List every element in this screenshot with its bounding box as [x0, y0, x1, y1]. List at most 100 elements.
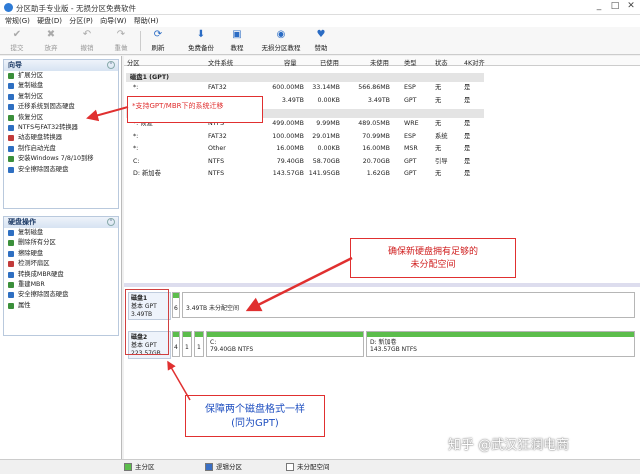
column-header[interactable]: 已使用	[320, 58, 339, 67]
table-cell: D: 新加卷	[133, 170, 161, 177]
table-row[interactable]: *: FAT32 100.00MB 29.01MB 70.99MB ESP 系统 是	[124, 132, 640, 141]
table-cell: 79.40GB	[276, 157, 304, 165]
legend-primary: 主分区	[124, 463, 155, 471]
column-header[interactable]: 状态	[435, 58, 448, 67]
disk-op-icon	[8, 281, 14, 288]
tutorial-button[interactable]: ▣ 教程	[226, 29, 248, 53]
redo-button[interactable]: ↷ 重做	[110, 29, 132, 53]
column-header[interactable]: 分区	[127, 58, 140, 67]
table-cell: 3.49TB	[367, 96, 390, 104]
disk-header-row[interactable]: 磁盘1 (GPT)	[126, 73, 484, 82]
annotation-system-migration: *支持GPT/MBR下的系统迁移	[127, 96, 263, 123]
table-cell: 499.00MB	[272, 120, 304, 127]
disk-op-item[interactable]: 复制磁盘	[4, 228, 118, 238]
disk2-esp-partition[interactable]: 1	[182, 331, 192, 357]
table-cell: 33.14MB	[312, 84, 340, 91]
table-row[interactable]: D: 新加卷 NTFS 143.57GB 141.95GB 1.62GB GPT 无 是	[124, 169, 640, 178]
wizard-item[interactable]: 复制磁盘	[4, 81, 118, 91]
disk-op-item[interactable]: 属性	[4, 301, 118, 311]
wizard-item-icon	[8, 145, 14, 152]
disk-op-item[interactable]: 重建MBR	[4, 280, 118, 290]
disk2-recovery-partition[interactable]: 4	[172, 331, 180, 357]
backup-icon: ⬇	[196, 29, 206, 40]
table-cell: 16.00MB	[362, 145, 390, 152]
disk1-esp-partition[interactable]: 6	[172, 292, 180, 318]
table-cell: 是	[464, 157, 471, 165]
disk-op-icon	[8, 292, 14, 299]
undo-button[interactable]: ↶ 撤销	[76, 29, 98, 53]
column-header[interactable]: 容量	[284, 58, 297, 67]
disk2-c-partition[interactable]: C: 79.40GB NTFS	[206, 331, 364, 357]
title-bar: 分区助手专业版 - 无损分区免费软件 _ □ ✕	[0, 0, 640, 15]
discard-button[interactable]: ✖ 放弃	[40, 29, 62, 53]
annotation-unallocated-space: 确保新硬盘拥有足够的 未分配空间	[350, 238, 516, 278]
table-cell: 566.86MB	[358, 84, 390, 91]
wizard-item[interactable]: 制作启动光盘	[4, 144, 118, 154]
partition-tutorial-button[interactable]: ◉ 无损分区教程	[256, 29, 306, 53]
table-cell: GPT	[404, 170, 417, 177]
collapse-icon[interactable]: ⌃	[107, 218, 115, 226]
wizard-item[interactable]: 恢复分区	[4, 113, 118, 123]
wizard-item[interactable]: 复制分区	[4, 92, 118, 102]
wizard-item-icon	[8, 114, 14, 121]
wizard-header[interactable]: 向导 ⌃	[4, 60, 118, 71]
table-cell: 是	[464, 170, 471, 177]
disk-op-item[interactable]: 转换成MBR硬盘	[4, 270, 118, 280]
free-backup-button[interactable]: ⬇ 免费备份	[181, 29, 221, 53]
maximize-button[interactable]: □	[608, 1, 622, 11]
undo-icon: ↶	[82, 29, 92, 40]
sponsor-button[interactable]: ♥ 赞助	[310, 29, 332, 53]
column-header[interactable]: 4K对齐	[464, 58, 485, 67]
table-cell: 无	[435, 84, 442, 91]
wizard-item-icon	[8, 156, 14, 163]
disk-op-item[interactable]: 检测坏扇区	[4, 259, 118, 269]
disk-op-item[interactable]: 安全擦除固态硬盘	[4, 290, 118, 300]
table-cell: 是	[464, 120, 471, 127]
disk-op-icon	[8, 230, 14, 236]
table-row[interactable]: *: FAT32 600.00MB 33.14MB 566.86MB ESP 无 是	[124, 83, 640, 92]
menu-disk[interactable]: 硬盘(D)	[37, 15, 62, 27]
minimize-button[interactable]: _	[592, 1, 606, 11]
disk-op-icon	[8, 261, 14, 268]
refresh-button[interactable]: ⟳ 刷新	[146, 29, 170, 53]
legend-unallocated: 未分配空间	[286, 463, 330, 471]
wizard-item[interactable]: 扩展分区	[4, 71, 118, 81]
menu-general[interactable]: 常规(G)	[5, 15, 30, 27]
wizard-item[interactable]: 动态硬盘转换器	[4, 133, 118, 143]
table-cell: 141.95GB	[308, 170, 340, 177]
refresh-icon: ⟳	[153, 29, 163, 40]
table-cell: 70.99MB	[362, 132, 390, 140]
column-header[interactable]: 类型	[404, 58, 417, 67]
column-header[interactable]: 文件系统	[208, 58, 233, 67]
table-cell: *:	[133, 84, 139, 91]
menu-help[interactable]: 帮助(H)	[134, 15, 159, 27]
disk2-d-partition[interactable]: D: 新加卷 143.57GB NTFS	[366, 331, 635, 357]
wizard-item[interactable]: 迁移系统到固态硬盘	[4, 102, 118, 112]
disk-op-item[interactable]: 擦除硬盘	[4, 249, 118, 259]
menu-partition[interactable]: 分区(P)	[69, 15, 93, 27]
column-header[interactable]: 未使用	[370, 58, 389, 67]
table-cell: FAT32	[208, 132, 227, 140]
table-cell: 3.49TB	[281, 96, 304, 104]
wizard-item-icon	[8, 124, 14, 131]
close-button[interactable]: ✕	[624, 1, 638, 11]
disk1-unallocated[interactable]: 3.49TB 未分配空间	[182, 292, 635, 318]
table-cell: 489.05MB	[358, 120, 390, 127]
table-cell: ESP	[404, 84, 416, 91]
wizard-item[interactable]: NTFS与FAT32转换器	[4, 123, 118, 133]
collapse-icon[interactable]: ⌃	[107, 61, 115, 69]
table-row[interactable]: *: Other 16.00MB 0.00KB 16.00MB MSR 无 是	[124, 144, 640, 153]
table-cell: GPT	[404, 157, 417, 165]
apply-button[interactable]: ✔ 提交	[6, 29, 28, 53]
disk-op-item[interactable]: 删除所有分区	[4, 238, 118, 248]
wizard-item[interactable]: 安全擦除固态硬盘	[4, 165, 118, 175]
table-cell: 无	[435, 145, 442, 152]
table-cell: *:	[133, 132, 139, 140]
disk2-msr-partition[interactable]: 1	[194, 331, 204, 357]
disk-ops-header[interactable]: 硬盘操作 ⌃	[4, 217, 118, 228]
wizard-item-icon	[8, 166, 14, 173]
table-row[interactable]: C: NTFS 79.40GB 58.70GB 20.70GB GPT 引导 是	[124, 157, 640, 166]
table-cell: 系统	[435, 132, 448, 140]
menu-wizard[interactable]: 向导(W)	[100, 15, 126, 27]
wizard-item[interactable]: 安装Windows 7/8/10到移	[4, 154, 118, 164]
